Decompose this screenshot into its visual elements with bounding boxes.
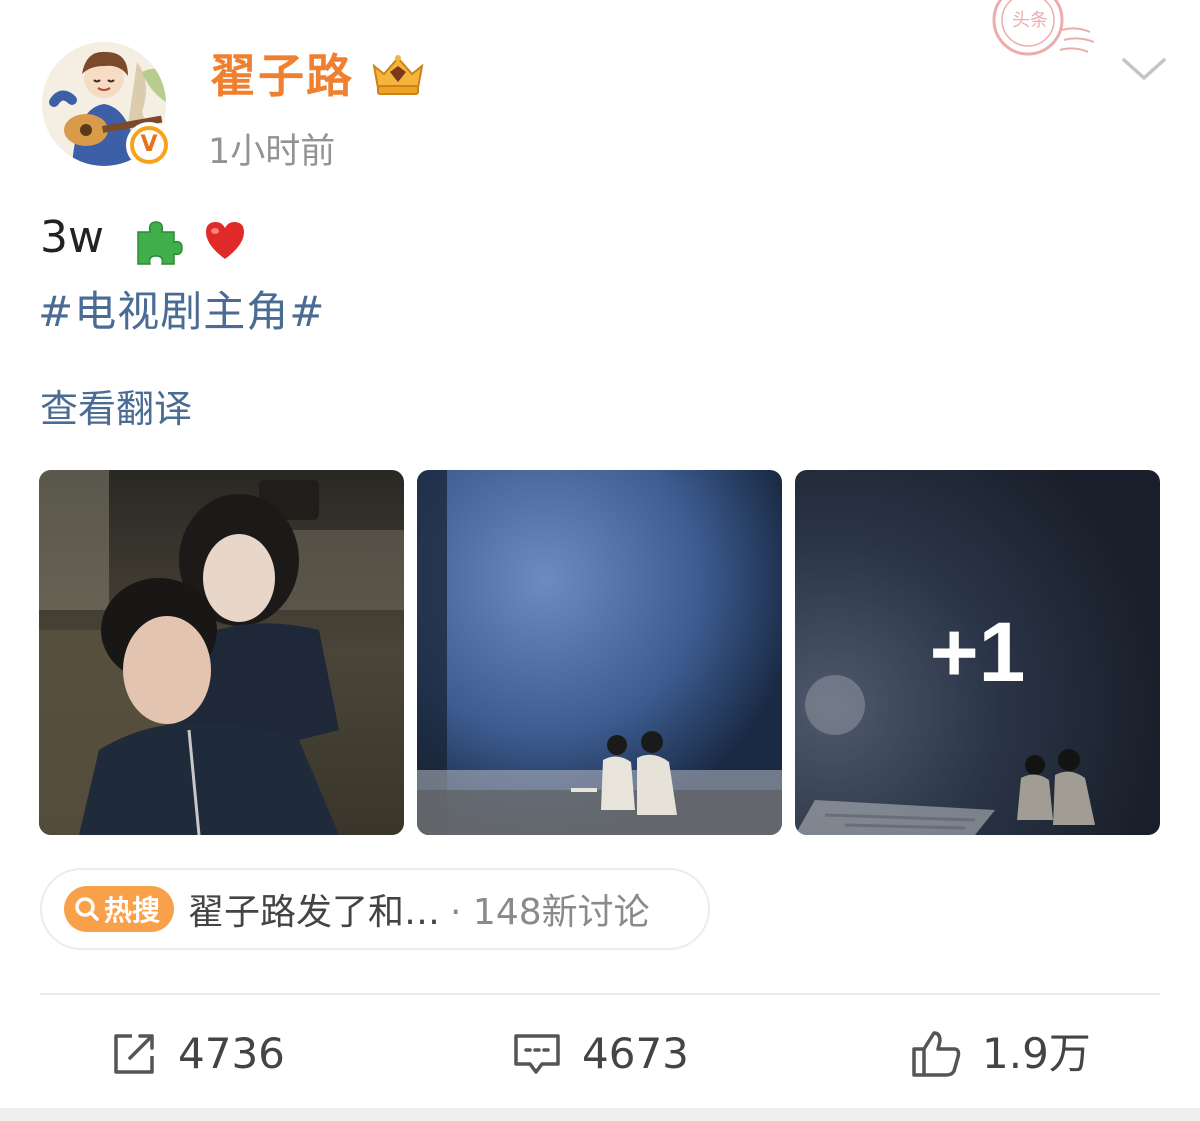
verified-badge-icon: V bbox=[126, 122, 172, 168]
search-icon bbox=[75, 897, 99, 921]
like-button[interactable]: 1.9万 bbox=[910, 1024, 1091, 1084]
feed-separator bbox=[0, 1108, 1200, 1121]
translate-link[interactable]: 查看翻译 bbox=[40, 382, 192, 436]
trending-discussion-count: · 148新讨论 bbox=[450, 892, 650, 933]
trending-badge: 热搜 bbox=[64, 886, 175, 932]
trending-topic-text: 翟子路发了和… bbox=[188, 892, 441, 933]
comment-count: 4673 bbox=[582, 1029, 689, 1078]
post-time: 1小时前 bbox=[208, 132, 336, 172]
repost-count: 4736 bbox=[178, 1029, 285, 1078]
post-image-3[interactable]: +1 bbox=[795, 470, 1160, 835]
post-image-1[interactable] bbox=[39, 470, 404, 835]
headline-stamp-icon: 头条 bbox=[992, 0, 1095, 56]
trending-badge-label: 热搜 bbox=[104, 894, 161, 927]
chevron-down-icon[interactable] bbox=[1120, 54, 1168, 84]
thumbs-up-icon bbox=[912, 1031, 961, 1077]
like-count: 1.9万 bbox=[982, 1029, 1091, 1078]
divider bbox=[40, 993, 1160, 995]
trending-topic-pill[interactable]: 热搜 翟子路发了和… · 148新讨论 bbox=[40, 868, 710, 950]
vip-crown-icon bbox=[372, 55, 424, 95]
hashtag-link[interactable]: #电视剧主角# bbox=[38, 282, 325, 342]
comment-icon bbox=[514, 1034, 560, 1074]
username[interactable]: 翟子路 bbox=[210, 44, 354, 108]
more-images-count: +1 bbox=[929, 605, 1026, 699]
post-body: 3w bbox=[40, 212, 104, 263]
post-image-2[interactable] bbox=[417, 470, 782, 835]
puzzle-piece-emoji bbox=[137, 221, 183, 265]
svg-text:头条: 头条 bbox=[1012, 10, 1048, 31]
repost-button[interactable]: 4736 bbox=[110, 1024, 285, 1084]
red-heart-emoji bbox=[205, 222, 244, 259]
repost-icon bbox=[114, 1034, 154, 1074]
weibo-post-card: V 翟子路 1小时前 头条 3w #电视剧主角# 查看翻译 +1 热搜 翟子路发… bbox=[0, 0, 1200, 1108]
post-text: 3w bbox=[40, 208, 248, 268]
comment-button[interactable]: 4673 bbox=[512, 1024, 689, 1084]
